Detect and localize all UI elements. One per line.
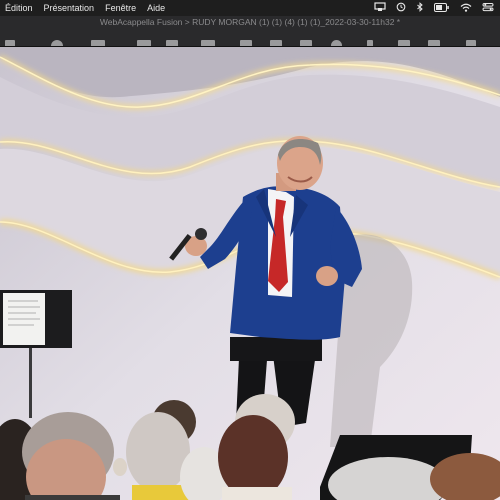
screen-mirroring-icon[interactable] <box>374 2 386 14</box>
menu-edition[interactable]: Édition <box>4 3 34 13</box>
toolbar <box>0 40 500 46</box>
menu-bar: Édition Présentation Fenêtre Aide <box>0 0 500 16</box>
control-center-icon[interactable] <box>482 2 494 14</box>
toolbar-video-icon[interactable] <box>240 40 252 46</box>
wifi-icon[interactable] <box>460 3 472 14</box>
toolbar-add-icon[interactable] <box>367 40 373 46</box>
toolbar-mixer-icon[interactable] <box>137 40 151 46</box>
video-preview[interactable] <box>0 47 500 500</box>
window-titlebar: WebAcappella Fusion > RUDY MORGAN (1) (1… <box>0 16 500 47</box>
toolbar-search-icon[interactable] <box>331 40 342 46</box>
toolbar-export-icon[interactable] <box>398 40 410 46</box>
bluetooth-icon[interactable] <box>416 2 424 14</box>
status-area <box>374 0 494 16</box>
toolbar-audio-icon[interactable] <box>270 40 282 46</box>
menu-aide[interactable]: Aide <box>146 3 166 13</box>
time-machine-icon[interactable] <box>396 2 406 14</box>
toolbar-view-icon[interactable] <box>166 40 178 46</box>
toolbar-document-icon[interactable] <box>5 40 15 46</box>
toolbar-layout-icon[interactable] <box>201 40 215 46</box>
toolbar-record-icon[interactable] <box>51 40 63 46</box>
menu-presentation[interactable]: Présentation <box>43 3 96 13</box>
toolbar-settings-icon[interactable] <box>300 40 312 46</box>
toolbar-grid-icon[interactable] <box>91 40 105 46</box>
menu-fenetre[interactable]: Fenêtre <box>104 3 137 13</box>
window-title: WebAcappella Fusion > RUDY MORGAN (1) (1… <box>99 17 401 27</box>
toolbar-share-icon[interactable] <box>466 40 476 46</box>
toolbar-gear-icon[interactable] <box>428 40 440 46</box>
stage-scene <box>0 47 500 500</box>
battery-icon[interactable] <box>434 2 450 14</box>
